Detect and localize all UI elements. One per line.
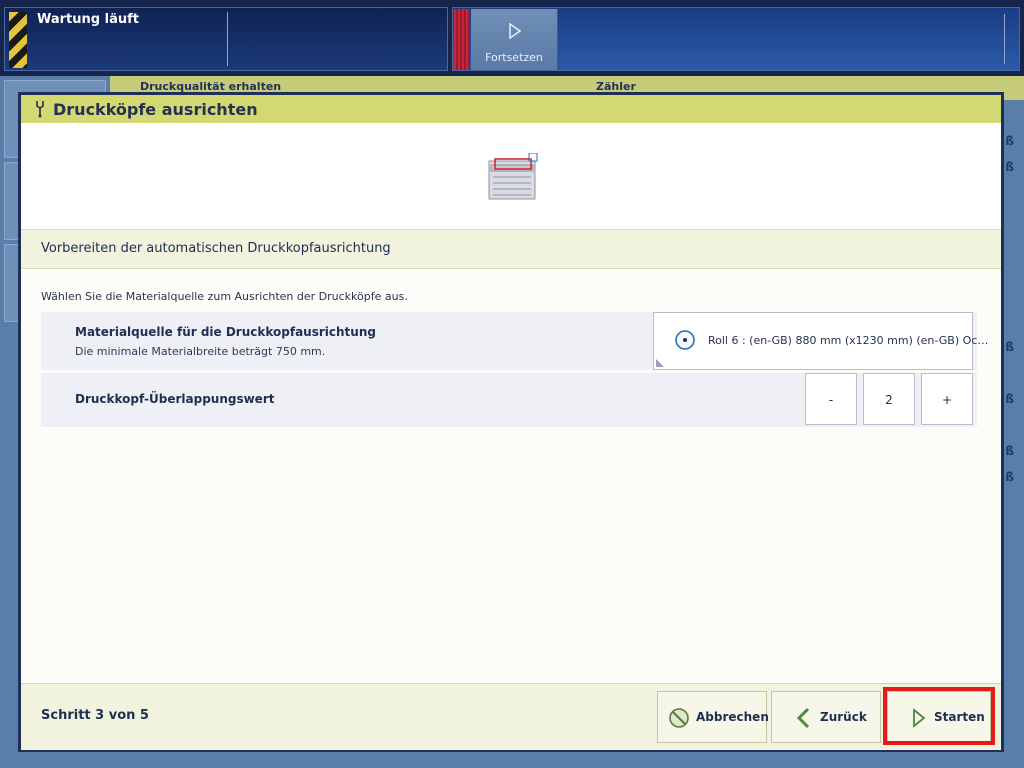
alert-strip (454, 9, 470, 70)
illustration-area (21, 123, 1001, 229)
media-source-select[interactable]: Roll 6 : (en-GB) 880 mm (x1230 mm) (en-G… (653, 312, 988, 370)
overlap-value-field[interactable]: 2 (863, 373, 915, 425)
section-header: Vorbereiten der automatischen Druckkopfa… (21, 229, 1001, 269)
media-source-label: Materialquelle für die Druckkopfausricht… (75, 325, 376, 339)
media-source-hint: Die minimale Materialbreite beträgt 750 … (75, 345, 326, 358)
cancel-label: Abbrechen (696, 710, 769, 724)
dialog-header: Druckköpfe ausrichten (21, 95, 1001, 124)
background-row-text: ß (1005, 444, 1014, 458)
continue-button[interactable]: Fortsetzen (471, 9, 558, 70)
play-icon (509, 23, 521, 39)
background-row-text: ß (1005, 134, 1014, 148)
dialog-footer: Schritt 3 von 5 Abbrechen Zurück Starten (21, 683, 1001, 750)
hazard-stripe-icon (9, 12, 27, 68)
wrench-icon (36, 101, 44, 118)
play-icon (913, 708, 926, 728)
dialog-title: Druckköpfe ausrichten (53, 100, 258, 119)
continue-label: Fortsetzen (485, 51, 543, 64)
align-printheads-dialog: Druckköpfe ausrichten Vorbereiten der au… (18, 92, 1004, 752)
maintenance-status-panel: Wartung läuft (4, 7, 448, 71)
status-bar: Wartung läuft Fortsetzen (0, 0, 1024, 76)
start-button[interactable]: Starten (887, 691, 991, 743)
background-row-text: ß (1005, 340, 1014, 354)
background-row-text: ß (1005, 392, 1014, 406)
background-row-text: ß (1005, 160, 1014, 174)
cancel-button[interactable]: Abbrechen (657, 691, 769, 743)
media-source-value: Roll 6 : (en-GB) 880 mm (x1230 mm) (en-G… (708, 334, 989, 347)
background-row-text: ß (1005, 470, 1014, 484)
back-button[interactable]: Zurück (771, 691, 881, 743)
divider (227, 12, 228, 66)
instruction-text: Wählen Sie die Materialquelle zum Ausric… (41, 290, 408, 303)
overlap-label: Druckkopf-Überlappungswert (75, 392, 275, 406)
printer-icon (488, 153, 538, 200)
increment-button[interactable]: + (921, 373, 973, 425)
start-label: Starten (934, 710, 985, 724)
step-indicator: Schritt 3 von 5 (41, 708, 149, 723)
divider (1004, 14, 1005, 64)
decrement-button[interactable]: - (805, 373, 857, 425)
dropdown-corner-icon (656, 359, 664, 367)
roll-icon (675, 330, 695, 350)
back-arrow-icon (796, 707, 810, 729)
section-title: Vorbereiten der automatischen Druckkopfa… (41, 241, 391, 256)
back-label: Zurück (820, 710, 867, 724)
status-title: Wartung läuft (37, 12, 139, 27)
job-status-panel: Fortsetzen (452, 7, 1020, 71)
cancel-icon (669, 708, 689, 728)
